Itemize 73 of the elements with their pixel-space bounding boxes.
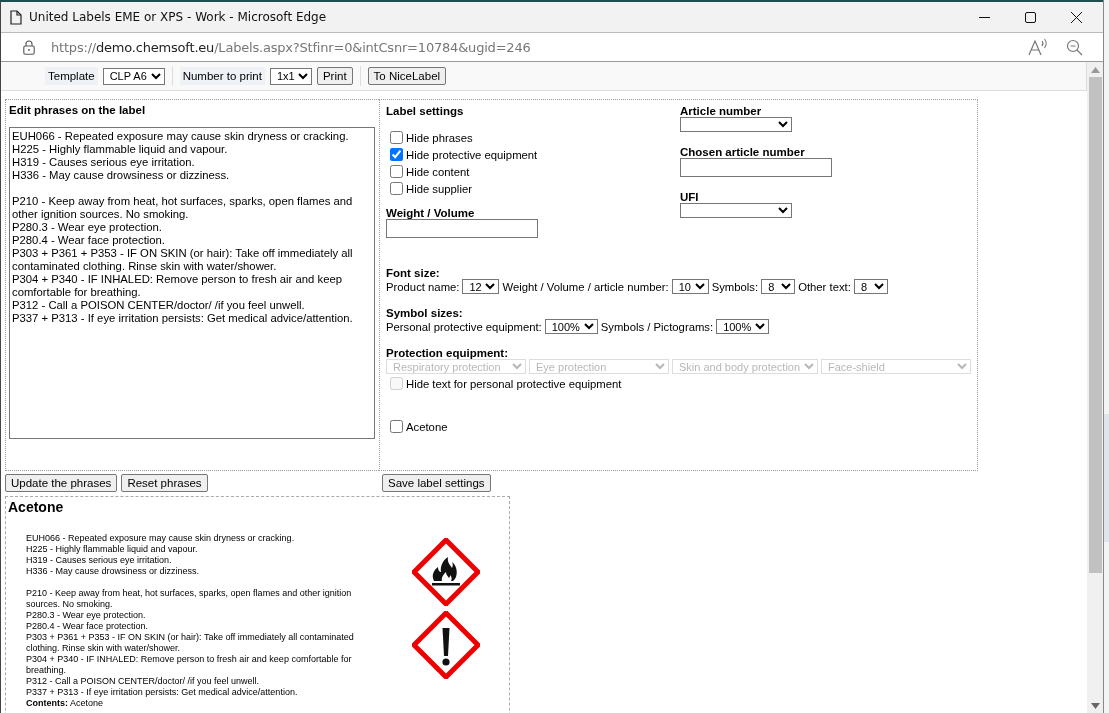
checkbox-label: Hide content bbox=[406, 165, 470, 178]
phrase-text: H225 - Highly flammable liquid and vapour. bbox=[26, 544, 199, 555]
save-settings-button[interactable]: Save label settings bbox=[382, 474, 491, 492]
field-label: Other text: bbox=[798, 280, 851, 293]
number-to-print-label: Number to print bbox=[179, 67, 265, 85]
address-url[interactable]: https://demo.chemsoft.eu/Labels.aspx?Stfinr=0&intCsnr=10784&ugid=246 bbox=[51, 39, 531, 55]
size-select[interactable]: 100% bbox=[544, 319, 598, 334]
checkbox[interactable] bbox=[390, 165, 403, 178]
print-button[interactable]: Print bbox=[316, 67, 353, 85]
field-label: Symbols / Pictograms: bbox=[600, 320, 714, 333]
field-label: Product name: bbox=[386, 280, 460, 293]
size-select[interactable]: 10 bbox=[671, 279, 709, 294]
scroll-down-icon bbox=[1090, 703, 1100, 709]
zoom-out-icon bbox=[1066, 38, 1083, 56]
size-select[interactable]: 8 bbox=[853, 279, 888, 294]
chosen-article-number-field[interactable] bbox=[680, 158, 832, 177]
field-label: Weight / Volume bbox=[386, 207, 476, 219]
phrase-text: P210 - Keep away from heat, hot surfaces, sparks, open flames and other ignition sources. No smoking. bbox=[26, 588, 353, 610]
nicelabel-button[interactable]: To NiceLabel bbox=[367, 67, 447, 85]
read-aloud-icon bbox=[1028, 38, 1050, 56]
phrases-field[interactable]: EUH066 - Repeated exposure may cause skin dryness or cracking. H225 - Highly flammable liquid and vapour. H319 - Causes serious eye irritation. H336 - May cause drowsiness or dizziness. P210 - Keep away from heat, hot surfaces, sparks, open flames and other ignition sources. No smoking. P280.3 - Wear eye protection. P280.4 - Wear face protection. P303 + P361 + P353 - IF ON SKIN (or hair): Take off immediately all contaminated clothing. Rinse skin with water/shower. P304 + P340 - IF INHALED: Remove person to fresh air and keep comfortable for breathing. P312 - Call a POISON CENTER/doctor/ /if you feel unwell. P337 + P313 - If eye irritation persists: Get medical advice/attention. bbox=[9, 127, 375, 439]
phrase-text: P303 + P361 + P353 - IF ON SKIN (or hair): Take off immediately all contaminated clothing. Rinse skin with water/shower. bbox=[26, 632, 355, 654]
exclamation-pictogram-icon bbox=[412, 611, 480, 679]
phrase-text: H336 - May cause drowsiness or dizziness. bbox=[26, 566, 201, 577]
lock-icon bbox=[23, 39, 35, 55]
checkbox-label: Hide phrases bbox=[406, 131, 473, 144]
scrollbar[interactable] bbox=[1087, 62, 1103, 713]
update-phrases-button[interactable]: Update the phrases bbox=[5, 474, 118, 492]
settings-title: Label settings bbox=[386, 105, 465, 117]
size-select[interactable]: 8 bbox=[761, 279, 796, 294]
panel-title: Edit phrases on the label bbox=[9, 104, 147, 116]
phrase-text: P280.4 - Wear face protection. bbox=[26, 621, 149, 632]
field-label: Article number bbox=[680, 105, 762, 117]
field-label: Weight / Volume / article number: bbox=[502, 280, 669, 293]
template-label: Template bbox=[45, 67, 98, 85]
maximize-icon bbox=[1024, 11, 1036, 23]
checkbox[interactable] bbox=[390, 131, 403, 144]
contents-text: Contents: Acetone bbox=[26, 698, 105, 709]
checkbox-label: Hide text for personal protective equipment bbox=[406, 377, 622, 390]
scrollbar-thumb[interactable] bbox=[1088, 77, 1102, 573]
checkbox[interactable] bbox=[390, 420, 403, 433]
scroll-up-icon bbox=[1090, 67, 1100, 73]
flame-pictogram-icon bbox=[412, 538, 480, 606]
phrase-text: P312 - Call a POISON CENTER/doctor/ /if you feel unwell. bbox=[26, 676, 261, 687]
field-label: Personal protective equipment: bbox=[386, 320, 542, 333]
field-label: Symbols: bbox=[711, 280, 759, 293]
section-title: Symbol sizes: bbox=[386, 307, 464, 319]
phrase-text: H319 - Causes serious eye irritation. bbox=[26, 555, 173, 566]
checkbox-label: Acetone bbox=[406, 420, 448, 433]
section-title: Protection equipment: bbox=[386, 347, 510, 359]
reset-phrases-button[interactable]: Reset phrases bbox=[121, 474, 208, 492]
checkbox-label: Hide protective equipment bbox=[406, 148, 538, 161]
weight-volume-field[interactable] bbox=[386, 219, 538, 238]
number-to-print-select[interactable]: 1x1 bbox=[269, 67, 312, 85]
page-icon bbox=[10, 9, 22, 25]
window-title: United Labels EME or XPS - Work - Microsoft Edge bbox=[29, 10, 327, 24]
field-label: Chosen article number bbox=[680, 146, 805, 158]
checkbox[interactable] bbox=[390, 148, 403, 161]
template-select[interactable]: CLP A6 bbox=[102, 67, 165, 85]
phrase-text: EUH066 - Repeated exposure may cause skin dryness or cracking. bbox=[26, 533, 296, 544]
checkbox[interactable] bbox=[390, 182, 403, 195]
phrase-text: P304 + P340 - IF INHALED: Remove person to fresh air and keep comfortable for breathing. bbox=[26, 654, 353, 676]
ufi-select[interactable] bbox=[680, 203, 792, 218]
checkbox-label: Hide supplier bbox=[406, 182, 472, 195]
close-icon bbox=[1070, 11, 1082, 23]
size-select[interactable]: 12 bbox=[462, 279, 500, 294]
phrase-text: P280.3 - Wear eye protection. bbox=[26, 610, 147, 621]
field-label: UFI bbox=[680, 191, 699, 203]
phrase-text: P337 + P313 - If eye irritation persists: Get medical advice/attention. bbox=[26, 687, 299, 698]
article-number-select[interactable] bbox=[680, 117, 792, 132]
product-name: Acetone bbox=[8, 499, 65, 515]
section-title: Font size: bbox=[386, 267, 441, 279]
size-select[interactable]: 100% bbox=[716, 319, 770, 334]
